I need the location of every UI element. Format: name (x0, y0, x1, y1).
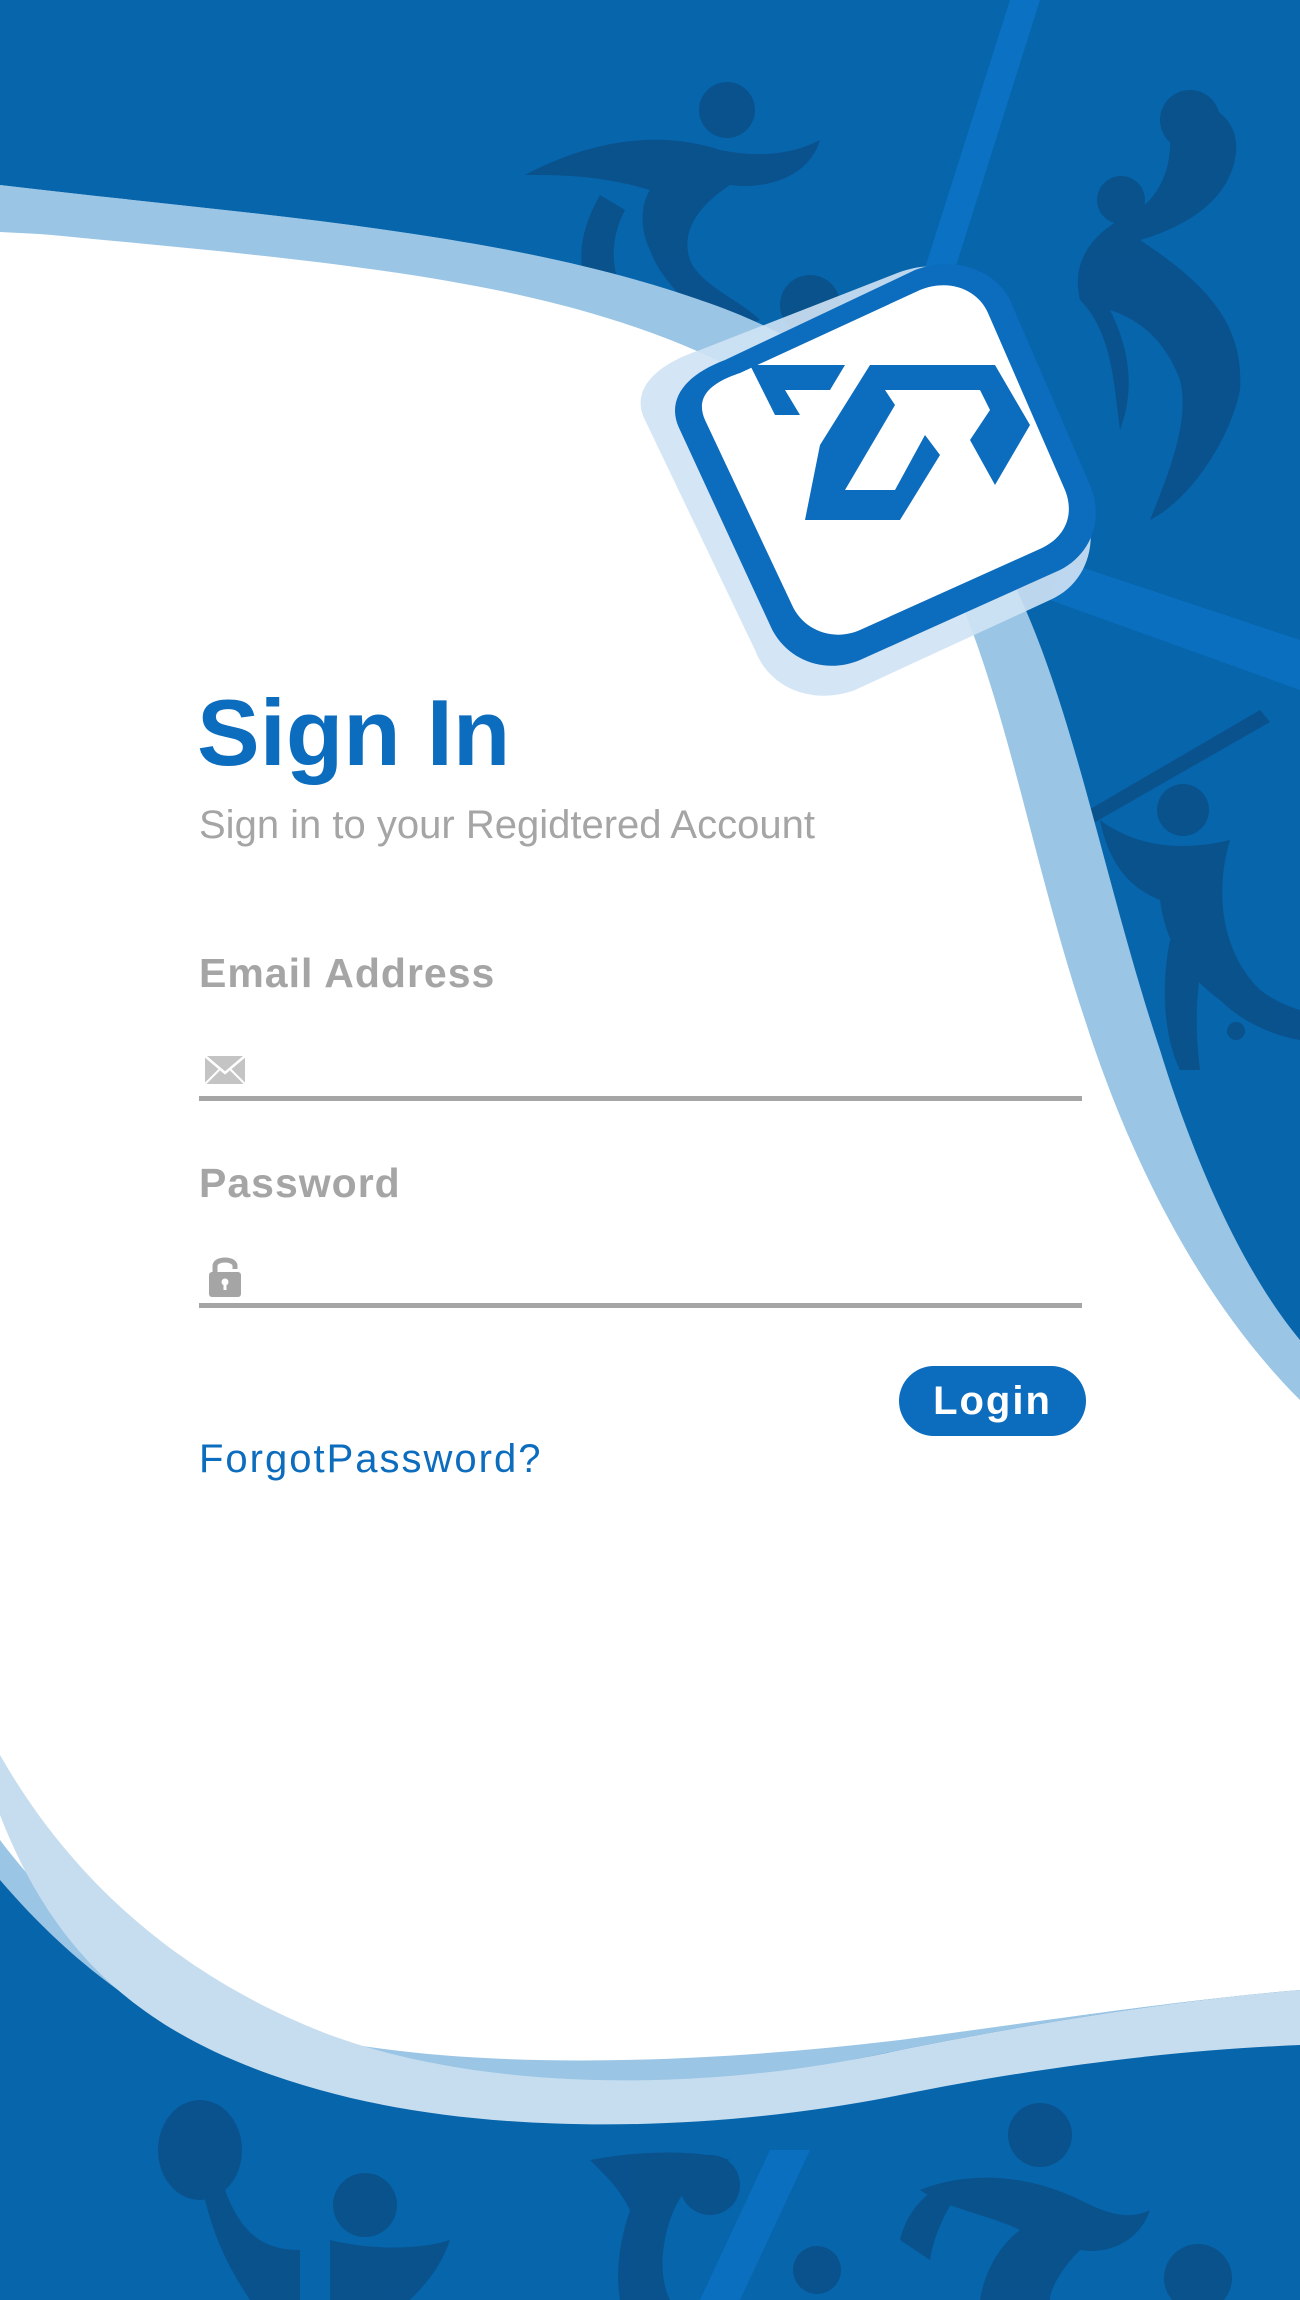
email-label: Email Address (199, 950, 496, 996)
app-logo-icon (640, 264, 1096, 696)
email-field[interactable] (199, 1034, 1082, 1101)
envelope-icon (204, 1055, 246, 1085)
page-subtitle: Sign in to your Regidtered Account (199, 803, 815, 847)
login-button[interactable]: Login (899, 1366, 1086, 1436)
email-input[interactable] (261, 1040, 1082, 1096)
password-input[interactable] (261, 1247, 1082, 1303)
password-label: Password (199, 1160, 401, 1206)
sign-in-screen: Sign In Sign in to your Regidtered Accou… (0, 0, 1300, 2300)
page-title: Sign In (197, 680, 511, 785)
lock-icon (209, 1257, 241, 1297)
forgot-password-link[interactable]: ForgotPassword? (199, 1434, 542, 1484)
password-field[interactable] (199, 1241, 1082, 1308)
